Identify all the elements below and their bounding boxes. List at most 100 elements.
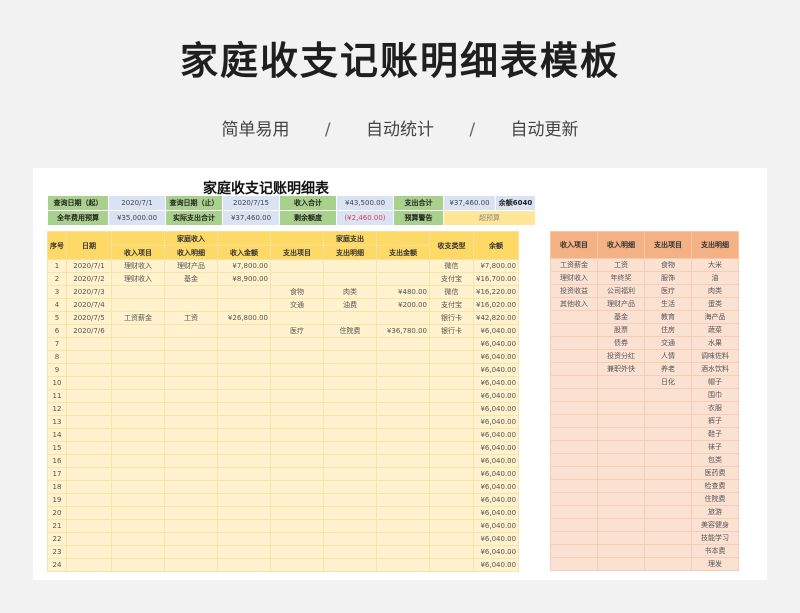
category-income-detail[interactable]: 基金 (597, 310, 645, 324)
cell-expense-detail[interactable] (323, 376, 377, 390)
cell-income-amount[interactable] (217, 337, 271, 351)
cell-balance[interactable]: ¥6,040.00 (472, 415, 520, 429)
cell-expense-detail[interactable] (323, 467, 377, 481)
cell-income-amount[interactable] (217, 363, 271, 377)
category-expense-detail[interactable]: 酒水饮料 (691, 362, 739, 376)
cell-payment-type[interactable]: 支付宝 (429, 298, 474, 312)
cell-payment-type[interactable] (429, 532, 474, 546)
category-income-item[interactable] (550, 479, 598, 493)
cell-expense-amount[interactable] (376, 311, 430, 325)
cell-income-detail[interactable] (164, 519, 218, 533)
cell-income-item[interactable]: 理财收入 (111, 259, 165, 273)
cell-balance[interactable]: ¥6,040.00 (472, 402, 520, 416)
cell-index[interactable]: 19 (47, 493, 67, 507)
cell-index[interactable]: 10 (47, 376, 67, 390)
cell-date[interactable] (66, 428, 112, 442)
cell-expense-detail[interactable]: 肉类 (323, 285, 377, 299)
cell-income-detail[interactable] (164, 441, 218, 455)
cell-expense-item[interactable] (270, 480, 324, 494)
cell-income-item[interactable] (111, 467, 165, 481)
cell-income-item[interactable] (111, 532, 165, 546)
cell-expense-item[interactable] (270, 272, 324, 286)
cell-income-detail[interactable] (164, 324, 218, 338)
cell-income-item[interactable] (111, 363, 165, 377)
cell-balance[interactable]: ¥6,040.00 (472, 545, 520, 559)
category-expense-detail[interactable]: 医药费 (691, 466, 739, 480)
category-expense-item[interactable] (644, 479, 692, 493)
cell-index[interactable]: 24 (47, 558, 67, 572)
cell-balance[interactable]: ¥6,040.00 (472, 389, 520, 403)
category-income-detail[interactable] (597, 375, 645, 389)
cell-payment-type[interactable] (429, 363, 474, 377)
cell-expense-item[interactable] (270, 532, 324, 546)
cell-income-item[interactable] (111, 324, 165, 338)
cell-payment-type[interactable]: 银行卡 (429, 311, 474, 325)
cell-income-item[interactable] (111, 389, 165, 403)
cell-payment-type[interactable] (429, 376, 474, 390)
cell-date[interactable] (66, 415, 112, 429)
cell-income-amount[interactable] (217, 298, 271, 312)
cell-expense-amount[interactable] (376, 519, 430, 533)
cell-expense-amount[interactable] (376, 441, 430, 455)
cell-income-amount[interactable] (217, 350, 271, 364)
category-expense-item[interactable] (644, 414, 692, 428)
cell-expense-amount[interactable] (376, 467, 430, 481)
cell-expense-item[interactable] (270, 428, 324, 442)
cell-payment-type[interactable] (429, 389, 474, 403)
category-income-item[interactable] (550, 531, 598, 545)
cell-balance[interactable]: ¥7,800.00 (472, 259, 520, 273)
category-income-detail[interactable] (597, 518, 645, 532)
cell-expense-amount[interactable] (376, 545, 430, 559)
cell-income-item[interactable] (111, 337, 165, 351)
category-income-item[interactable] (550, 401, 598, 415)
cell-payment-type[interactable] (429, 441, 474, 455)
cell-date[interactable] (66, 493, 112, 507)
cell-income-amount[interactable] (217, 493, 271, 507)
cell-payment-type[interactable]: 微信 (429, 285, 474, 299)
cell-balance[interactable]: ¥6,040.00 (472, 467, 520, 481)
cell-expense-detail[interactable]: 住院费 (323, 324, 377, 338)
cell-date[interactable] (66, 350, 112, 364)
cell-index[interactable]: 17 (47, 467, 67, 481)
category-expense-item[interactable]: 人情 (644, 349, 692, 363)
category-expense-detail[interactable]: 住院费 (691, 492, 739, 506)
cell-balance[interactable]: ¥16,220.00 (472, 285, 520, 299)
cell-payment-type[interactable] (429, 337, 474, 351)
cell-expense-amount[interactable] (376, 532, 430, 546)
category-income-detail[interactable] (597, 414, 645, 428)
cell-income-item[interactable] (111, 493, 165, 507)
category-income-item[interactable] (550, 388, 598, 402)
cell-date[interactable]: 2020/7/5 (66, 311, 112, 325)
category-expense-item[interactable] (644, 531, 692, 545)
category-expense-item[interactable] (644, 440, 692, 454)
category-income-item[interactable] (550, 466, 598, 480)
category-income-detail[interactable] (597, 453, 645, 467)
cell-income-amount[interactable] (217, 506, 271, 520)
cell-payment-type[interactable] (429, 454, 474, 468)
cell-expense-amount[interactable] (376, 402, 430, 416)
cell-expense-detail[interactable] (323, 350, 377, 364)
cell-expense-item[interactable] (270, 467, 324, 481)
cell-index[interactable]: 1 (47, 259, 67, 273)
cell-expense-item[interactable] (270, 363, 324, 377)
cell-expense-amount[interactable] (376, 376, 430, 390)
cell-date[interactable]: 2020/7/4 (66, 298, 112, 312)
cell-payment-type[interactable]: 银行卡 (429, 324, 474, 338)
cell-income-detail[interactable] (164, 454, 218, 468)
category-expense-item[interactable] (644, 453, 692, 467)
cell-income-amount[interactable]: ¥7,800.00 (217, 259, 271, 273)
cell-income-item[interactable] (111, 454, 165, 468)
cell-expense-amount[interactable] (376, 350, 430, 364)
cell-expense-item[interactable] (270, 402, 324, 416)
category-income-item[interactable] (550, 349, 598, 363)
cell-balance[interactable]: ¥6,040.00 (472, 480, 520, 494)
category-expense-detail[interactable]: 帽子 (691, 375, 739, 389)
cell-balance[interactable]: ¥6,040.00 (472, 376, 520, 390)
cell-expense-item[interactable] (270, 311, 324, 325)
cell-balance[interactable]: ¥6,040.00 (472, 441, 520, 455)
cell-income-item[interactable] (111, 558, 165, 572)
category-income-detail[interactable]: 兼职外快 (597, 362, 645, 376)
category-expense-item[interactable]: 生活 (644, 297, 692, 311)
cell-payment-type[interactable] (429, 506, 474, 520)
cell-index[interactable]: 12 (47, 402, 67, 416)
